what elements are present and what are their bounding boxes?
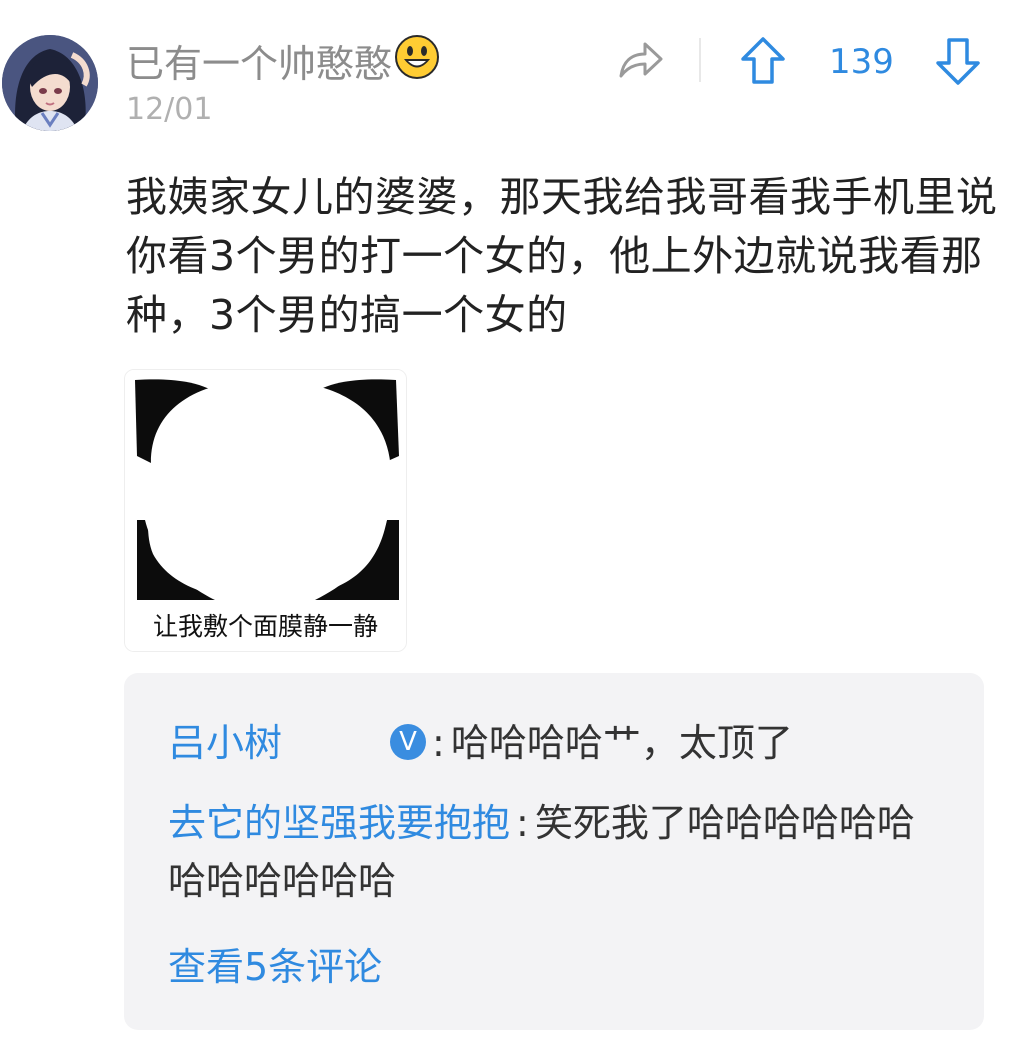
comment-separator: : — [432, 721, 445, 765]
comment-item: 吕小树 V: 哈哈哈哈艹，太顶了 — [168, 714, 793, 772]
upvote-button[interactable] — [740, 36, 786, 86]
meme-caption: 让我敷个面膜静一静 — [152, 612, 378, 641]
verified-badge-icon: V — [390, 723, 427, 760]
down-arrow-icon — [936, 38, 980, 85]
commenter-name[interactable]: 吕小树 — [168, 721, 282, 765]
post-date: 12/01 — [126, 92, 213, 127]
post-image[interactable]: 让我敷个面膜静一静 — [124, 369, 407, 652]
comment-separator: : — [516, 801, 529, 845]
comment-text: 哈哈哈哈艹，太顶了 — [450, 721, 793, 765]
post-text: 我姨家女儿的婆婆，那天我给我哥看我手机里说你看3个男的打一个女的，他上外边就说我… — [126, 173, 998, 339]
panda-face-meme-image — [125, 370, 406, 651]
header-divider — [699, 38, 701, 82]
downvote-button[interactable] — [935, 36, 981, 86]
view-all-comments-link[interactable]: 查看5条评论 — [168, 938, 382, 996]
commenter-name[interactable]: 去它的坚强我要抱抱 — [168, 801, 510, 845]
share-button[interactable] — [617, 38, 665, 82]
post-author[interactable]: 已有一个帅憨憨 — [126, 35, 440, 93]
up-arrow-icon — [741, 37, 785, 84]
grinning-face-icon — [394, 34, 440, 93]
comment-item: 去它的坚强我要抱抱: 笑死我了哈哈哈哈哈哈哈哈哈哈哈哈 — [168, 794, 948, 910]
avatar[interactable] — [2, 35, 98, 131]
share-arrow-icon — [619, 42, 663, 78]
post-author-name: 已有一个帅憨憨 — [126, 42, 393, 86]
avatar-image — [2, 35, 98, 131]
vote-count: 139 — [829, 42, 894, 82]
